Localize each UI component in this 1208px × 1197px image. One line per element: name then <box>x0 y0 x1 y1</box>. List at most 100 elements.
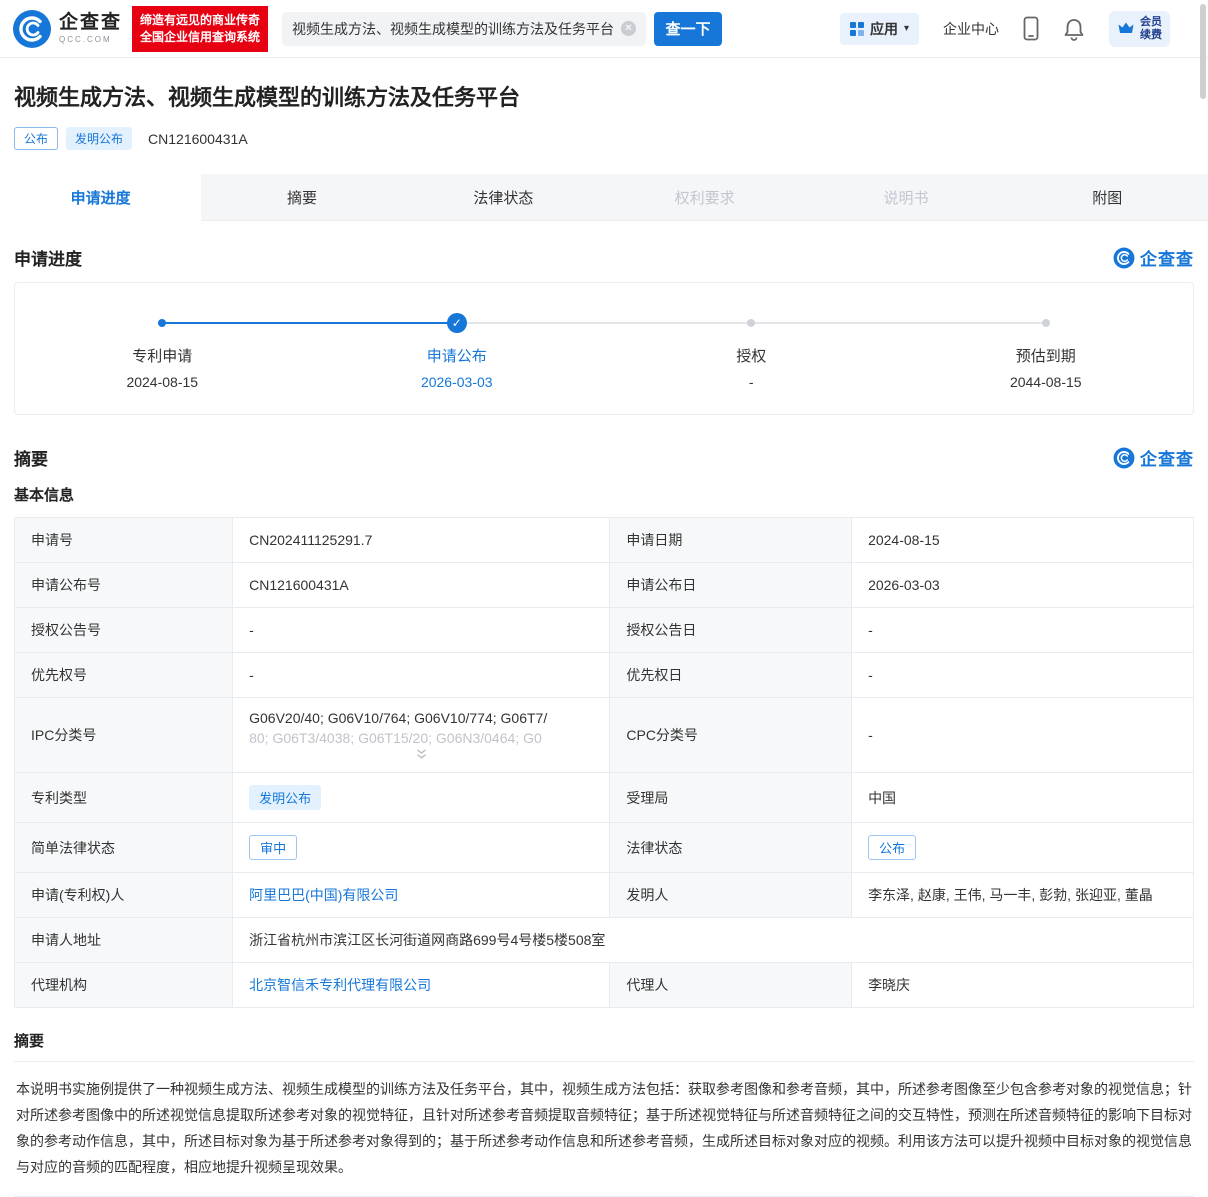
table-row: 申请号 CN202411125291.7 申请日期 2024-08-15 <box>13 517 1194 563</box>
tab-claims: 权利要求 <box>674 189 735 207</box>
slogan-line2: 全国企业信用查询系统 <box>140 29 261 44</box>
status-tag-public: 公布 <box>14 127 59 150</box>
vip-label: 会员 续费 <box>1140 15 1162 41</box>
info-label: 受理局 <box>609 772 853 823</box>
step-dot-granted <box>747 319 756 327</box>
patent-type-value: 发明公布 <box>232 772 611 823</box>
published-status-tag: 公布 <box>868 835 917 860</box>
search-box[interactable]: ✕ <box>282 11 647 46</box>
timeline-step: 预估到期 2044-08-15 <box>1009 348 1082 390</box>
tag-row: 公布 发明公布 CN121600431A <box>14 127 1194 174</box>
info-label: IPC分类号 <box>13 697 234 773</box>
apps-label: 应用 <box>869 20 898 37</box>
abstract-box: 本说明书实施例提供了一种视频生成方法、视频生成模型的训练方法及任务平台，其中，视… <box>14 1061 1194 1197</box>
patent-office-value: 中国 <box>851 772 1194 823</box>
table-row: 申请人地址 浙江省杭州市滨江区长河街道网商路699号4号楼5楼508室 <box>13 917 1194 963</box>
agency-value: 北京智信禾专利代理有限公司 <box>232 962 611 1008</box>
table-row: IPC分类号 G06V20/40; G06V10/764; G06V10/774… <box>13 697 1194 773</box>
info-label: 申请(专利权)人 <box>13 872 234 918</box>
info-label: 优先权日 <box>609 652 853 698</box>
info-label: 申请日期 <box>609 517 853 563</box>
qcc-watermark: 企查查 <box>1113 445 1194 470</box>
logo-subtext: QCC.COM <box>59 35 112 44</box>
caret-down-icon: ▾ <box>903 23 909 34</box>
info-label: 简单法律状态 <box>13 822 234 873</box>
info-label: 申请人地址 <box>13 917 234 963</box>
grant-number-value: - <box>232 607 611 653</box>
table-row: 申请(专利权)人 阿里巴巴(中国)有限公司 发明人 李东泽, 赵康, 王伟, 马… <box>13 872 1194 918</box>
info-label: 代理机构 <box>13 962 234 1008</box>
ipc-line2: 80; G06T3/4038; G06T15/20; G06N3/0464; G… <box>249 730 542 746</box>
progress-section-head: 申请进度 企查查 <box>0 221 1208 282</box>
enterprise-center-link[interactable]: 企业中心 <box>943 19 999 39</box>
search-input[interactable] <box>292 20 622 37</box>
info-label: 法律状态 <box>609 822 853 873</box>
table-row: 授权公告号 - 授权公告日 - <box>13 607 1194 653</box>
qcc-watermark-icon <box>1113 447 1135 468</box>
pending-status-tag: 审中 <box>249 835 298 860</box>
vip-renew-button[interactable]: 会员 续费 <box>1109 10 1170 47</box>
tab-application-progress[interactable]: 申请进度 <box>0 174 202 221</box>
summary-section-title: 摘要 <box>14 450 48 469</box>
info-label: 申请公布号 <box>13 562 234 608</box>
logo-text: 企查查 <box>59 12 123 33</box>
timeline-step: 专利申请 2024-08-15 <box>126 348 199 390</box>
tab-summary[interactable]: 摘要 <box>201 174 402 220</box>
info-label: 优先权号 <box>13 652 234 698</box>
qcc-logo[interactable]: 企查查 QCC.COM <box>12 9 122 49</box>
patent-type-tag: 发明公布 <box>249 785 322 810</box>
info-label: 申请号 <box>13 517 234 563</box>
table-row: 代理机构 北京智信禾专利代理有限公司 代理人 李晓庆 <box>13 962 1194 1008</box>
header-right: 应用 ▾ 企业中心 会员 续费 <box>839 10 1196 47</box>
application-date-value: 2024-08-15 <box>851 517 1194 563</box>
tab-legal-status[interactable]: 法律状态 <box>403 174 604 220</box>
slogan-line1: 缔造有远见的商业传奇 <box>140 12 261 27</box>
info-label: 授权公告日 <box>609 607 853 653</box>
info-label: 代理人 <box>609 962 853 1008</box>
info-label: 专利类型 <box>13 772 234 823</box>
mobile-app-button[interactable] <box>1023 16 1039 41</box>
qcc-watermark-icon <box>1113 247 1135 268</box>
slogan-banner: 缔造有远见的商业传奇 全国企业信用查询系统 <box>132 5 269 52</box>
abstract-text: 本说明书实施例提供了一种视频生成方法、视频生成模型的训练方法及任务平台，其中，视… <box>16 1081 1192 1175</box>
progress-section-title: 申请进度 <box>14 250 82 269</box>
info-label: 申请公布日 <box>609 562 853 608</box>
priority-date-value: - <box>851 652 1194 698</box>
scrollbar-thumb[interactable] <box>1200 4 1206 99</box>
title-area: 视频生成方法、视频生成模型的训练方法及任务平台 公布 发明公布 CN121600… <box>0 58 1208 174</box>
publication-number-value: CN121600431A <box>232 562 611 608</box>
phone-icon <box>1023 16 1039 41</box>
clear-search-icon[interactable]: ✕ <box>621 21 637 36</box>
priority-number-value: - <box>232 652 611 698</box>
table-row: 优先权号 - 优先权日 - <box>13 652 1194 698</box>
agency-link[interactable]: 北京智信禾专利代理有限公司 <box>249 977 431 993</box>
progress-timeline: ✓ 专利申请 2024-08-15 申请公布 2026-03-03 授权 - 预… <box>14 282 1194 415</box>
grant-date-value: - <box>851 607 1194 653</box>
applicant-value: 阿里巴巴(中国)有限公司 <box>232 872 611 918</box>
notifications-button[interactable] <box>1063 17 1085 41</box>
step-dot-filed <box>158 319 167 327</box>
summary-section-head: 摘要 企查查 <box>0 415 1208 480</box>
application-number-value: CN202411125291.7 <box>232 517 611 563</box>
timeline-step: 申请公布 2026-03-03 <box>420 348 493 390</box>
bell-icon <box>1064 18 1084 41</box>
patent-number: CN121600431A <box>148 130 248 147</box>
apps-menu[interactable]: 应用 ▾ <box>839 12 919 45</box>
qcc-logo-icon <box>13 9 51 48</box>
qcc-watermark: 企查查 <box>1113 245 1194 270</box>
table-row: 专利类型 发明公布 受理局 中国 <box>13 772 1194 823</box>
applicant-link[interactable]: 阿里巴巴(中国)有限公司 <box>249 887 398 903</box>
expand-chevron-icon[interactable] <box>249 746 593 760</box>
grid-icon <box>849 21 864 36</box>
ipc-line1: G06V20/40; G06V10/764; G06V10/774; G06T7… <box>249 710 548 726</box>
top-header: 企查查 QCC.COM 缔造有远见的商业传奇 全国企业信用查询系统 ✕ 查一下 … <box>0 0 1208 58</box>
abstract-title: 摘要 <box>14 1033 45 1050</box>
info-label: 授权公告号 <box>13 607 234 653</box>
table-row: 简单法律状态 审中 法律状态 公布 <box>13 822 1194 873</box>
tab-description: 说明书 <box>883 189 929 207</box>
tab-figures[interactable]: 附图 <box>1007 174 1208 220</box>
qcc-watermark-label: 企查查 <box>1140 450 1194 469</box>
search-area: ✕ 查一下 <box>282 11 723 46</box>
search-button[interactable]: 查一下 <box>654 11 723 46</box>
info-label: CPC分类号 <box>609 697 853 773</box>
